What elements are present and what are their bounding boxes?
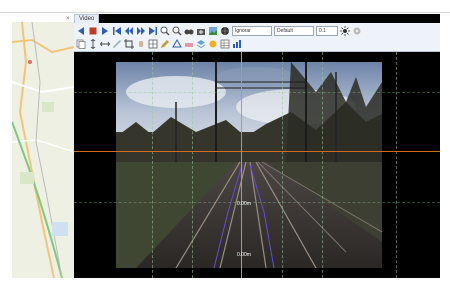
crop-icon[interactable] bbox=[124, 39, 134, 49]
image-icon[interactable] bbox=[208, 26, 218, 36]
profile-dropdown[interactable]: Default bbox=[274, 26, 314, 36]
table-icon[interactable] bbox=[220, 39, 230, 49]
mode-dropdown[interactable]: Ignorar bbox=[232, 26, 272, 36]
zoom-in-icon[interactable] bbox=[160, 26, 170, 36]
step-value-field[interactable]: 0.1 bbox=[316, 26, 338, 36]
arrow-left-icon[interactable] bbox=[76, 26, 86, 36]
guide-line-vertical bbox=[152, 52, 153, 278]
measurement-label: 0.00m bbox=[237, 201, 251, 207]
eraser-icon[interactable] bbox=[184, 39, 194, 49]
video-viewer[interactable]: 0.00m 0.00m bbox=[74, 52, 440, 278]
camera-icon[interactable] bbox=[196, 26, 206, 36]
guide-line-vertical bbox=[192, 52, 193, 278]
panel-close-button[interactable]: × bbox=[66, 16, 70, 22]
tab-video[interactable]: Video bbox=[74, 14, 100, 23]
chart-icon[interactable] bbox=[232, 39, 242, 49]
grid-icon[interactable] bbox=[148, 39, 158, 49]
measure-horizontal-icon[interactable] bbox=[100, 39, 110, 49]
brightness-icon[interactable] bbox=[340, 26, 350, 36]
layers-icon[interactable] bbox=[196, 39, 206, 49]
skip-start-icon[interactable] bbox=[112, 26, 122, 36]
toolbar-row-2 bbox=[76, 38, 242, 50]
guide-line-vertical bbox=[396, 52, 397, 278]
map-panel[interactable] bbox=[12, 22, 75, 278]
guide-line-horizontal bbox=[74, 92, 440, 93]
video-toolbar: Ignorar Default 0.1 bbox=[74, 23, 440, 52]
toolbar-row-1: Ignorar Default 0.1 bbox=[76, 25, 362, 37]
play-icon[interactable] bbox=[100, 26, 110, 36]
guide-line-vertical bbox=[282, 52, 283, 278]
step-forward-icon[interactable] bbox=[136, 26, 146, 36]
guide-line-horizontal bbox=[74, 202, 440, 203]
center-line[interactable] bbox=[241, 52, 242, 278]
ruler-icon[interactable] bbox=[112, 39, 122, 49]
copy-icon[interactable] bbox=[76, 39, 86, 49]
binoculars-icon[interactable] bbox=[184, 26, 194, 36]
zoom-out-icon[interactable] bbox=[172, 26, 182, 36]
skip-end-icon[interactable] bbox=[148, 26, 158, 36]
horizon-line[interactable] bbox=[74, 151, 440, 152]
guide-line-vertical bbox=[322, 52, 323, 278]
pencil-icon[interactable] bbox=[160, 39, 170, 49]
step-back-icon[interactable] bbox=[124, 26, 134, 36]
measure-vertical-icon[interactable] bbox=[88, 39, 98, 49]
sun-icon[interactable] bbox=[208, 39, 218, 49]
settings-icon[interactable] bbox=[352, 26, 362, 36]
polygon-icon[interactable] bbox=[172, 39, 182, 49]
measurement-label: 0.00m bbox=[237, 252, 251, 258]
window-title-bar bbox=[0, 0, 450, 13]
globe-icon[interactable] bbox=[220, 26, 230, 36]
hand-icon[interactable] bbox=[136, 39, 146, 49]
stop-icon[interactable] bbox=[88, 26, 98, 36]
map-view[interactable] bbox=[12, 22, 74, 278]
